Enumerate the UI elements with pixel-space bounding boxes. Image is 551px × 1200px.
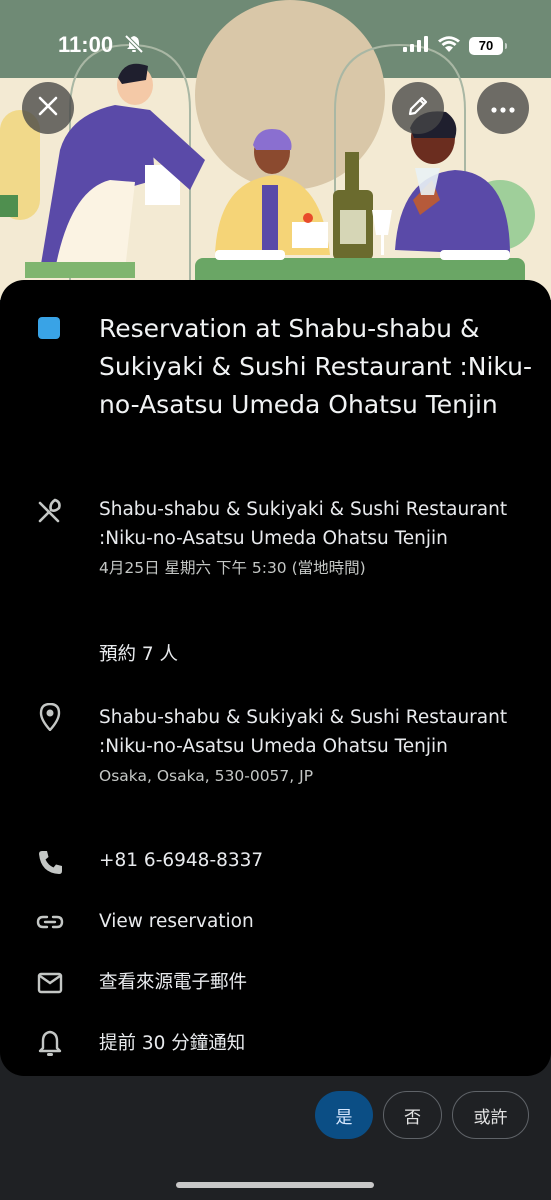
- status-bar: 11:00 70: [0, 0, 551, 78]
- wifi-icon: [437, 35, 461, 56]
- source-email-link[interactable]: 查看來源電子郵件: [99, 968, 519, 997]
- bell-off-icon: [124, 34, 144, 58]
- location-name: Shabu-shabu & Sukiyaki & Sushi Restauran…: [99, 707, 508, 757]
- event-detail-card: Reservation at Shabu-shabu & Sukiyaki & …: [0, 280, 551, 1076]
- pencil-icon: [406, 94, 430, 122]
- status-time: 11:00: [58, 32, 114, 57]
- rsvp-yes-button[interactable]: 是: [315, 1091, 373, 1139]
- link-icon: [36, 908, 64, 936]
- event-title: Reservation at Shabu-shabu & Sukiyaki & …: [99, 314, 532, 419]
- more-horizontal-icon: [491, 99, 515, 118]
- signal-icon: [403, 35, 429, 56]
- home-indicator[interactable]: [176, 1182, 374, 1188]
- restaurant-icon: [36, 497, 64, 525]
- rsvp-no-button[interactable]: 否: [383, 1091, 442, 1139]
- reminder-text: 提前 30 分鐘通知: [99, 1033, 246, 1054]
- close-icon: [36, 94, 60, 122]
- edit-button[interactable]: [392, 82, 444, 134]
- event-color-square: [38, 317, 60, 339]
- reservation-datetime: 4月25日 星期六 下午 5:30 (當地時間): [99, 559, 366, 577]
- more-options-button[interactable]: [477, 82, 529, 134]
- system-icons: 70: [403, 35, 507, 56]
- battery-icon: 70: [469, 36, 507, 55]
- reservation-details: Shabu-shabu & Sukiyaki & Sushi Restauran…: [99, 495, 519, 583]
- phone-number: +81 6-6948-8337: [99, 850, 264, 871]
- close-button[interactable]: [22, 82, 74, 134]
- view-reservation-link[interactable]: View reservation: [99, 907, 519, 936]
- location-pin-icon: [36, 703, 64, 731]
- phone-icon: [36, 848, 64, 876]
- location-address: Osaka, Osaka, 530-0057, JP: [99, 767, 314, 785]
- party-size: 預約 7 人: [99, 644, 179, 665]
- bell-icon: [36, 1029, 64, 1057]
- rsvp-maybe-button[interactable]: 或許: [452, 1091, 529, 1139]
- location-details: Shabu-shabu & Sukiyaki & Sushi Restauran…: [99, 703, 519, 791]
- reservation-name: Shabu-shabu & Sukiyaki & Sushi Restauran…: [99, 499, 508, 549]
- mail-icon: [36, 969, 64, 997]
